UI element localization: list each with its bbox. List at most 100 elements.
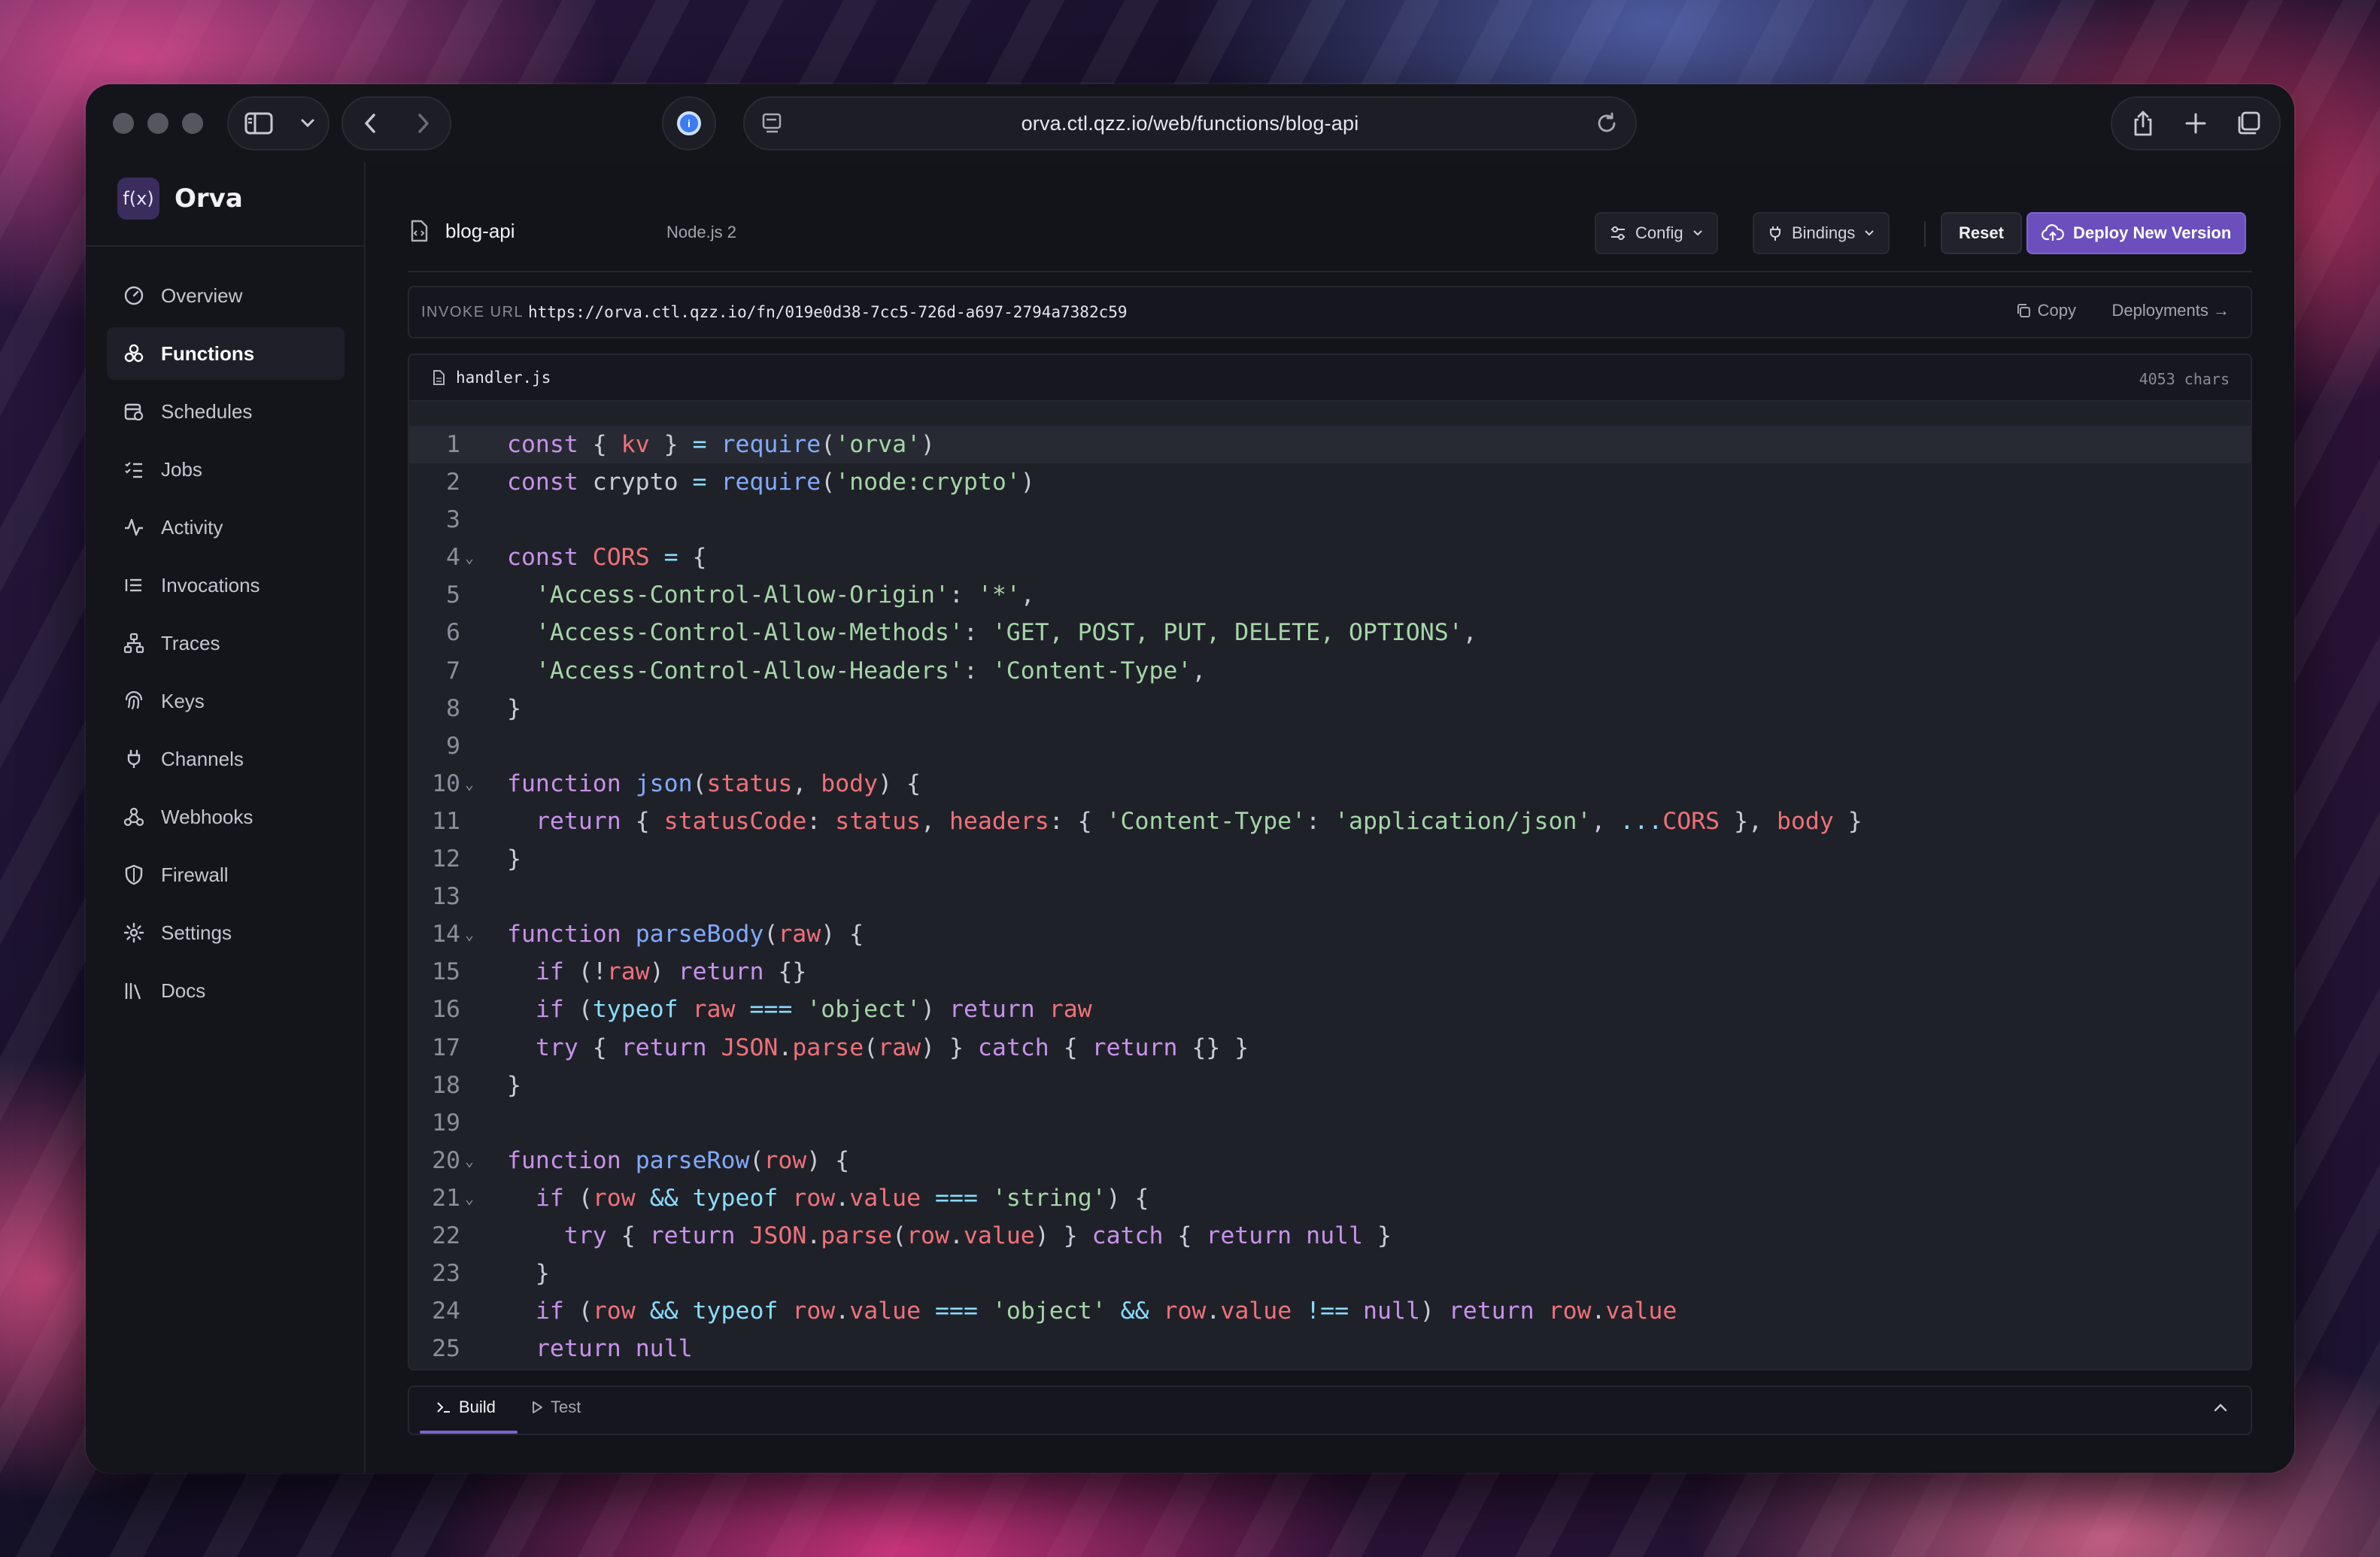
fold-chevron-icon[interactable]: ⌄ bbox=[465, 915, 474, 953]
line-number: 1 bbox=[446, 431, 460, 458]
bottom-panel-bar: Build Test bbox=[408, 1386, 2252, 1435]
sidebar-item-firewall[interactable]: Firewall bbox=[107, 848, 345, 901]
deploy-new-version-button[interactable]: Deploy New Version bbox=[2026, 212, 2247, 254]
fold-chevron-icon[interactable]: ⌄ bbox=[465, 765, 474, 803]
code-line[interactable]: 17 try { return JSON.parse(raw) } catch … bbox=[409, 1029, 2251, 1067]
code-line[interactable]: 1 const { kv } = require('orva') bbox=[409, 426, 2251, 464]
brand[interactable]: f(x) Orva bbox=[117, 178, 243, 220]
minimize-window-button[interactable] bbox=[147, 113, 168, 134]
sidebar-item-traces[interactable]: Traces bbox=[107, 617, 345, 669]
code-line[interactable]: 15 if (!raw) return {} bbox=[409, 953, 2251, 991]
line-source: if (typeof raw === 'object') return raw bbox=[535, 996, 1092, 1024]
config-dropdown-button[interactable]: Config bbox=[1595, 212, 1718, 254]
line-number: 24 bbox=[432, 1298, 460, 1325]
line-source: try { return JSON.parse(raw) } catch { r… bbox=[535, 1033, 1249, 1061]
code-line[interactable]: 19 bbox=[409, 1104, 2251, 1142]
sidebar-item-channels[interactable]: Channels bbox=[107, 733, 345, 785]
sidebar-item-settings[interactable]: Settings bbox=[107, 906, 345, 959]
line-source: 'Access-Control-Allow-Methods': 'GET, PO… bbox=[535, 619, 1477, 647]
close-window-button[interactable] bbox=[113, 113, 134, 134]
bindings-dropdown-button[interactable]: Bindings bbox=[1753, 212, 1890, 254]
code-line[interactable]: 3 bbox=[409, 501, 2251, 539]
sidebar-toggle-group bbox=[227, 96, 329, 150]
code-line[interactable]: 2 const crypto = require('node:crypto') bbox=[409, 463, 2251, 501]
code-line[interactable]: 8} bbox=[409, 690, 2251, 727]
sidebar-item-jobs[interactable]: Jobs bbox=[107, 443, 345, 496]
sidebar-item-schedules[interactable]: Schedules bbox=[107, 385, 345, 438]
page-menu-icon[interactable] bbox=[761, 111, 784, 139]
reload-icon[interactable] bbox=[1595, 111, 1619, 139]
deploy-label: Deploy New Version bbox=[2073, 223, 2232, 242]
url-text[interactable]: orva.ctl.qzz.io/web/functions/blog-api bbox=[1022, 112, 1359, 135]
code-editor[interactable]: handler.js 4053 chars 1 const { kv } = re… bbox=[408, 354, 2252, 1370]
collapse-panel-button[interactable] bbox=[2213, 1402, 2228, 1416]
line-source: const CORS = { bbox=[507, 544, 707, 572]
code-line[interactable]: 13 bbox=[409, 878, 2251, 915]
sidebar-item-invocations[interactable]: Invocations bbox=[107, 559, 345, 612]
chevron-down-icon bbox=[1865, 230, 1875, 236]
password-manager-button[interactable]: i bbox=[662, 96, 716, 150]
chevron-left-icon bbox=[364, 114, 375, 133]
play-icon bbox=[533, 1401, 542, 1413]
chevron-down-icon bbox=[1692, 230, 1702, 236]
sidebar-item-label: Traces bbox=[161, 631, 220, 654]
forward-button[interactable] bbox=[396, 98, 450, 149]
code-line[interactable]: 12} bbox=[409, 840, 2251, 878]
tab-test[interactable]: Test bbox=[531, 1398, 581, 1417]
share-icon bbox=[2134, 111, 2152, 136]
sidebar-item-keys[interactable]: Keys bbox=[107, 675, 345, 727]
sidebar-item-docs[interactable]: Docs bbox=[107, 964, 345, 1017]
code-lines[interactable]: 1 const { kv } = require('orva') 2 const cr… bbox=[409, 426, 2251, 1367]
sidebar-item-label: Channels bbox=[161, 747, 244, 770]
code-line[interactable]: 25 return null bbox=[409, 1330, 2251, 1367]
line-number: 5 bbox=[446, 581, 460, 609]
fold-chevron-icon[interactable]: ⌄ bbox=[465, 1179, 474, 1217]
code-line[interactable]: 14 ⌄ function parseBody(raw) { bbox=[409, 915, 2251, 953]
tab-overview-button[interactable] bbox=[2222, 98, 2275, 149]
sliders-icon bbox=[1611, 226, 1625, 240]
line-number: 2 bbox=[446, 469, 460, 496]
back-button[interactable] bbox=[343, 98, 396, 149]
code-line[interactable]: 18} bbox=[409, 1067, 2251, 1104]
sidebar-toggle-button[interactable] bbox=[229, 98, 289, 149]
address-bar[interactable]: orva.ctl.qzz.io/web/functions/blog-api bbox=[743, 96, 1637, 150]
invoke-url-value[interactable]: https://orva.ctl.qzz.io/fn/019e0d38-7cc5… bbox=[528, 303, 1128, 321]
tab-build[interactable]: Build bbox=[436, 1398, 496, 1417]
deployments-link[interactable]: Deployments → bbox=[2111, 301, 2230, 320]
code-line[interactable]: 7 'Access-Control-Allow-Headers': 'Conte… bbox=[409, 652, 2251, 690]
code-line[interactable]: 23 } bbox=[409, 1255, 2251, 1292]
sidebar-item-functions[interactable]: Functions bbox=[107, 327, 345, 380]
code-line[interactable]: 21 ⌄ if (row && typeof row.value === 'str… bbox=[409, 1179, 2251, 1217]
code-line[interactable]: 16 if (typeof raw === 'object') return r… bbox=[409, 991, 2251, 1028]
line-source: } bbox=[507, 1071, 521, 1099]
code-line[interactable]: 6 'Access-Control-Allow-Methods': 'GET, … bbox=[409, 614, 2251, 651]
header-separator bbox=[1924, 221, 1926, 247]
test-label: Test bbox=[551, 1398, 581, 1416]
share-button[interactable] bbox=[2117, 98, 2169, 149]
code-line[interactable]: 24 if (row && typeof row.value === 'obje… bbox=[409, 1292, 2251, 1330]
line-number: 20 bbox=[432, 1146, 460, 1174]
runtime-label: Node.js 2 bbox=[666, 223, 736, 241]
sidebar-item-activity[interactable]: Activity bbox=[107, 501, 345, 554]
list-checks-icon bbox=[125, 462, 142, 478]
sidebar-item-overview[interactable]: Overview bbox=[107, 269, 345, 322]
code-line[interactable]: 11 return { statusCode: status, headers:… bbox=[409, 803, 2251, 840]
zoom-window-button[interactable] bbox=[182, 113, 203, 134]
fold-chevron-icon[interactable]: ⌄ bbox=[465, 1142, 474, 1179]
bindings-label: Bindings bbox=[1792, 223, 1856, 242]
code-line[interactable]: 22 try { return JSON.parse(row.value) } … bbox=[409, 1217, 2251, 1255]
sidebar-item-webhooks[interactable]: Webhooks bbox=[107, 791, 345, 843]
sidebar-item-label: Keys bbox=[161, 689, 205, 712]
fold-chevron-icon[interactable]: ⌄ bbox=[465, 539, 474, 576]
tab-group-dropdown-button[interactable] bbox=[289, 98, 326, 149]
code-line[interactable]: 5 'Access-Control-Allow-Origin': '*', bbox=[409, 576, 2251, 614]
code-line[interactable]: 4 ⌄ const CORS = { bbox=[409, 539, 2251, 576]
code-line[interactable]: 10 ⌄ function json(status, body) { bbox=[409, 765, 2251, 803]
copy-url-button[interactable]: Copy bbox=[2015, 301, 2076, 320]
reset-label: Reset bbox=[1959, 223, 2004, 242]
code-line[interactable]: 20 ⌄ function parseRow(row) { bbox=[409, 1142, 2251, 1179]
new-tab-button[interactable] bbox=[2169, 98, 2222, 149]
reset-button[interactable]: Reset bbox=[1941, 212, 2022, 254]
code-line[interactable]: 9 bbox=[409, 727, 2251, 765]
line-number: 16 bbox=[432, 996, 460, 1024]
